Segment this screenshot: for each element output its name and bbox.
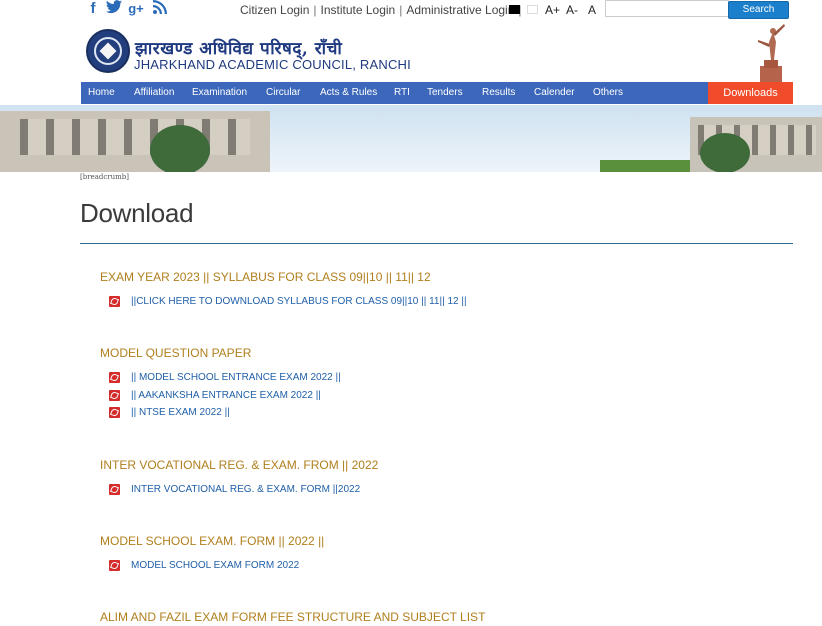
download-link[interactable]: || AAKANKSHA ENTRANCE EXAM 2022 || — [131, 390, 321, 401]
download-link[interactable]: INTER VOCATIONAL REG. & EXAM. FORM ||202… — [131, 484, 360, 495]
font-decrease-button[interactable]: A- — [566, 3, 578, 17]
font-increase-button[interactable]: A+ — [545, 3, 560, 17]
institute-login-link[interactable]: Institute Login — [321, 3, 396, 17]
download-link[interactable]: || NTSE EXAM 2022 || — [131, 407, 230, 418]
statue-icon — [758, 24, 785, 82]
contrast-white-button[interactable] — [527, 5, 538, 14]
administrative-login-link[interactable]: Administrative Login — [406, 3, 514, 17]
pdf-icon — [109, 484, 120, 495]
download-link[interactable]: ||CLICK HERE TO DOWNLOAD SYLLABUS FOR CL… — [131, 296, 467, 307]
pdf-icon — [109, 390, 120, 401]
site-title-english: JHARKHAND ACADEMIC COUNCIL, RANCHI — [134, 57, 411, 72]
nav-affiliation[interactable]: Affiliation — [134, 82, 174, 104]
top-links: Citizen Login | Institute Login | Administ… — [240, 3, 522, 17]
facebook-icon[interactable]: f — [84, 0, 102, 18]
section-heading: MODEL QUESTION PAPER — [100, 346, 252, 360]
nav-examination[interactable]: Examination — [192, 82, 247, 104]
search-button[interactable]: Search — [728, 1, 789, 19]
nav-calender[interactable]: Calender — [534, 82, 575, 104]
pdf-icon — [109, 296, 120, 307]
page-title: Download — [80, 198, 194, 228]
site-title-hindi: झारखण्ड अधिविद्य परिषद्, राँची — [135, 39, 343, 59]
search-input[interactable] — [605, 0, 729, 17]
font-reset-button[interactable]: A — [588, 3, 596, 17]
nav-home[interactable]: Home — [88, 82, 115, 104]
pdf-icon — [109, 407, 120, 418]
nav-rti[interactable]: RTI — [394, 82, 410, 104]
breadcrumb: [breadcrumb] — [80, 173, 129, 181]
nav-tenders[interactable]: Tenders — [427, 82, 463, 104]
tree-image — [700, 133, 750, 172]
tree-image — [150, 125, 210, 172]
campus-banner — [0, 105, 822, 172]
citizen-login-link[interactable]: Citizen Login — [240, 3, 309, 17]
high-contrast-black-button[interactable] — [509, 5, 520, 14]
download-link[interactable]: MODEL SCHOOL EXAM FORM 2022 — [131, 560, 299, 571]
twitter-icon[interactable] — [105, 0, 123, 18]
pdf-icon — [109, 372, 120, 383]
nav-others[interactable]: Others — [593, 82, 623, 104]
nav-circular[interactable]: Circular — [266, 82, 300, 104]
nav-acts-rules[interactable]: Acts & Rules — [320, 82, 377, 104]
section-heading: ALIM AND FAZIL EXAM FORM FEE STRUCTURE A… — [100, 610, 486, 624]
download-link[interactable]: || MODEL SCHOOL ENTRANCE EXAM 2022 || — [131, 372, 341, 383]
nav-results[interactable]: Results — [482, 82, 515, 104]
downloads-button[interactable]: Downloads — [708, 82, 793, 104]
pdf-icon — [109, 560, 120, 571]
council-logo[interactable] — [86, 29, 130, 73]
section-heading: INTER VOCATIONAL REG. & EXAM. FROM || 20… — [100, 458, 379, 472]
building-left-image — [0, 111, 270, 172]
section-heading: MODEL SCHOOL EXAM. FORM || 2022 || — [100, 534, 325, 548]
google-plus-icon[interactable]: g+ — [127, 0, 145, 18]
section-heading: EXAM YEAR 2023 || SYLLABUS FOR CLASS 09|… — [100, 270, 431, 284]
rss-icon[interactable] — [151, 0, 169, 18]
main-nav: Home Affiliation Examination Circular Ac… — [81, 82, 793, 104]
top-utility-bar: f g+ Citizen Login | Institute Login | Adm… — [0, 0, 822, 20]
title-divider — [80, 243, 793, 244]
site-header: झारखण्ड अधिविद्य परिषद्, राँची JHARKHAND… — [0, 22, 822, 82]
